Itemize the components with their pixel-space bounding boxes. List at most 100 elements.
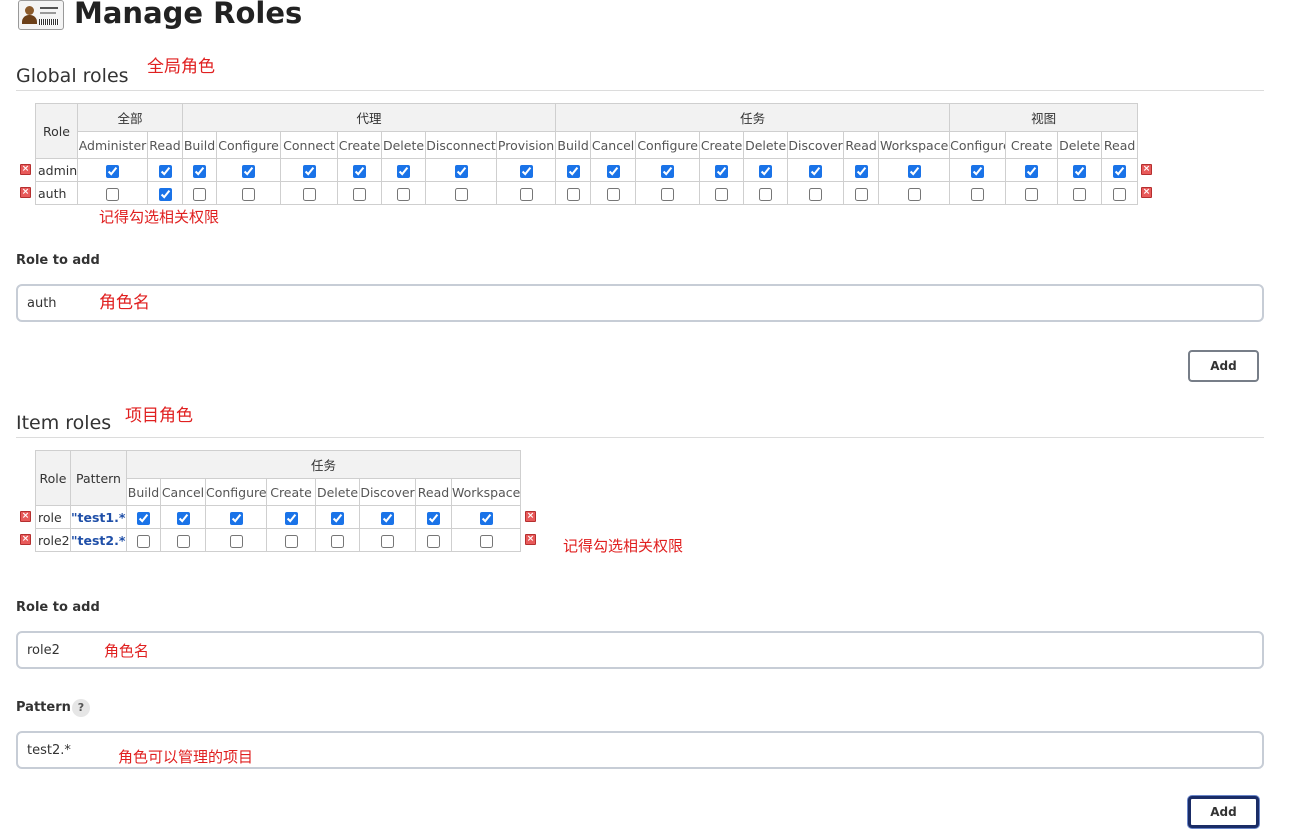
permission-checkbox[interactable] bbox=[193, 164, 207, 178]
permission-checkbox[interactable] bbox=[381, 511, 394, 525]
permission-checkbox[interactable] bbox=[106, 164, 119, 178]
permission-cell bbox=[635, 158, 701, 182]
permission-column-header: Build bbox=[555, 131, 592, 159]
delete-role-icon[interactable]: × bbox=[525, 511, 536, 522]
permission-column-header: Disconnect bbox=[425, 131, 498, 159]
permission-checkbox[interactable] bbox=[759, 164, 773, 178]
permission-checkbox[interactable] bbox=[809, 187, 823, 201]
permission-checkbox[interactable] bbox=[137, 511, 150, 525]
delete-role-icon[interactable]: × bbox=[20, 164, 31, 175]
permission-column-header: Create bbox=[266, 478, 316, 506]
permission-checkbox[interactable] bbox=[519, 187, 533, 201]
permission-checkbox[interactable] bbox=[971, 187, 985, 201]
permission-checkbox[interactable] bbox=[715, 164, 729, 178]
permission-checkbox[interactable] bbox=[661, 164, 675, 178]
permission-column-header: Connect bbox=[280, 131, 339, 159]
permission-checkbox[interactable] bbox=[809, 164, 823, 178]
permission-checkbox[interactable] bbox=[353, 187, 367, 201]
permission-checkbox[interactable] bbox=[353, 164, 367, 178]
permission-checkbox[interactable] bbox=[1113, 187, 1127, 201]
permission-checkbox[interactable] bbox=[907, 187, 921, 201]
permission-checkbox[interactable] bbox=[479, 511, 493, 525]
permission-checkbox[interactable] bbox=[566, 164, 580, 178]
permission-column-header: Configure bbox=[216, 131, 282, 159]
delete-role-icon[interactable]: × bbox=[20, 534, 31, 545]
permission-checkbox[interactable] bbox=[1025, 187, 1039, 201]
permission-checkbox[interactable] bbox=[397, 187, 411, 201]
permission-cell bbox=[182, 181, 218, 205]
permission-checkbox[interactable] bbox=[1113, 164, 1127, 178]
permission-checkbox[interactable] bbox=[302, 187, 316, 201]
permission-cell bbox=[555, 181, 592, 205]
permission-checkbox[interactable] bbox=[715, 187, 729, 201]
permission-checkbox[interactable] bbox=[331, 534, 344, 548]
permission-checkbox[interactable] bbox=[427, 534, 440, 548]
permission-checkbox[interactable] bbox=[454, 164, 468, 178]
permission-cell bbox=[555, 158, 592, 182]
permission-cell bbox=[699, 181, 745, 205]
permission-checkbox[interactable] bbox=[606, 164, 620, 178]
permission-checkbox[interactable] bbox=[284, 534, 298, 548]
permission-checkbox[interactable] bbox=[284, 511, 298, 525]
item-add-button[interactable]: Add bbox=[1188, 796, 1259, 828]
permission-checkbox[interactable] bbox=[854, 164, 868, 178]
permission-checkbox[interactable] bbox=[381, 534, 394, 548]
permission-checkbox[interactable] bbox=[907, 164, 921, 178]
delete-role-icon[interactable]: × bbox=[1141, 164, 1153, 175]
permission-checkbox[interactable] bbox=[519, 164, 533, 178]
permission-column-header: Read bbox=[843, 131, 880, 159]
permission-checkbox[interactable] bbox=[229, 511, 243, 525]
permission-checkbox[interactable] bbox=[193, 187, 207, 201]
permission-cell bbox=[160, 528, 206, 552]
delete-role-icon[interactable]: × bbox=[525, 534, 536, 545]
permission-column-header: Discover bbox=[787, 131, 845, 159]
permission-checkbox[interactable] bbox=[427, 511, 440, 525]
global-add-button[interactable]: Add bbox=[1188, 350, 1259, 382]
permission-cell bbox=[1005, 158, 1059, 182]
permission-checkbox[interactable] bbox=[1073, 187, 1087, 201]
global-role-to-add-input[interactable] bbox=[16, 284, 1264, 322]
permission-checkbox[interactable] bbox=[302, 164, 316, 178]
permission-checkbox[interactable] bbox=[158, 187, 172, 201]
permission-checkbox[interactable] bbox=[566, 187, 580, 201]
permission-checkbox[interactable] bbox=[971, 164, 985, 178]
permission-cell bbox=[635, 181, 701, 205]
permission-checkbox[interactable] bbox=[397, 164, 411, 178]
permission-cell bbox=[843, 158, 880, 182]
delete-role-icon[interactable]: × bbox=[1141, 187, 1153, 198]
permission-checkbox[interactable] bbox=[1025, 164, 1039, 178]
permission-column-header: Delete bbox=[315, 478, 360, 506]
permission-checkbox[interactable] bbox=[242, 164, 256, 178]
permission-cell bbox=[381, 181, 427, 205]
permission-column-header: Workspace bbox=[450, 478, 522, 506]
permission-cell bbox=[496, 158, 557, 182]
permission-checkbox[interactable] bbox=[106, 187, 119, 201]
item-role-to-add-input[interactable] bbox=[16, 631, 1264, 669]
permission-checkbox[interactable] bbox=[158, 164, 172, 178]
role-name: admin bbox=[35, 158, 78, 182]
permission-checkbox[interactable] bbox=[854, 187, 868, 201]
permission-cell bbox=[415, 505, 452, 529]
permission-checkbox[interactable] bbox=[242, 187, 256, 201]
permission-column-header: Configure bbox=[949, 131, 1007, 159]
global-roles-annotation: 全局角色 bbox=[147, 57, 215, 77]
delete-role-icon[interactable]: × bbox=[20, 511, 31, 522]
delete-role-icon[interactable]: × bbox=[20, 187, 31, 198]
permission-cell bbox=[126, 528, 161, 552]
pattern-annotation: 角色可以管理的项目 bbox=[118, 748, 254, 766]
permission-checkbox[interactable] bbox=[176, 511, 190, 525]
permission-cell bbox=[949, 181, 1007, 205]
permission-checkbox[interactable] bbox=[479, 534, 493, 548]
permission-checkbox[interactable] bbox=[331, 511, 344, 525]
permission-checkbox[interactable] bbox=[229, 534, 243, 548]
permission-checkbox[interactable] bbox=[454, 187, 468, 201]
help-icon[interactable]: ? bbox=[72, 699, 90, 717]
permission-checkbox[interactable] bbox=[759, 187, 773, 201]
permission-checkbox[interactable] bbox=[137, 534, 150, 548]
permission-checkbox[interactable] bbox=[176, 534, 190, 548]
global-roles-title: Global roles bbox=[16, 65, 129, 87]
permission-checkbox[interactable] bbox=[661, 187, 675, 201]
permission-column-header: Read bbox=[415, 478, 452, 506]
permission-checkbox[interactable] bbox=[606, 187, 620, 201]
permission-checkbox[interactable] bbox=[1073, 164, 1087, 178]
